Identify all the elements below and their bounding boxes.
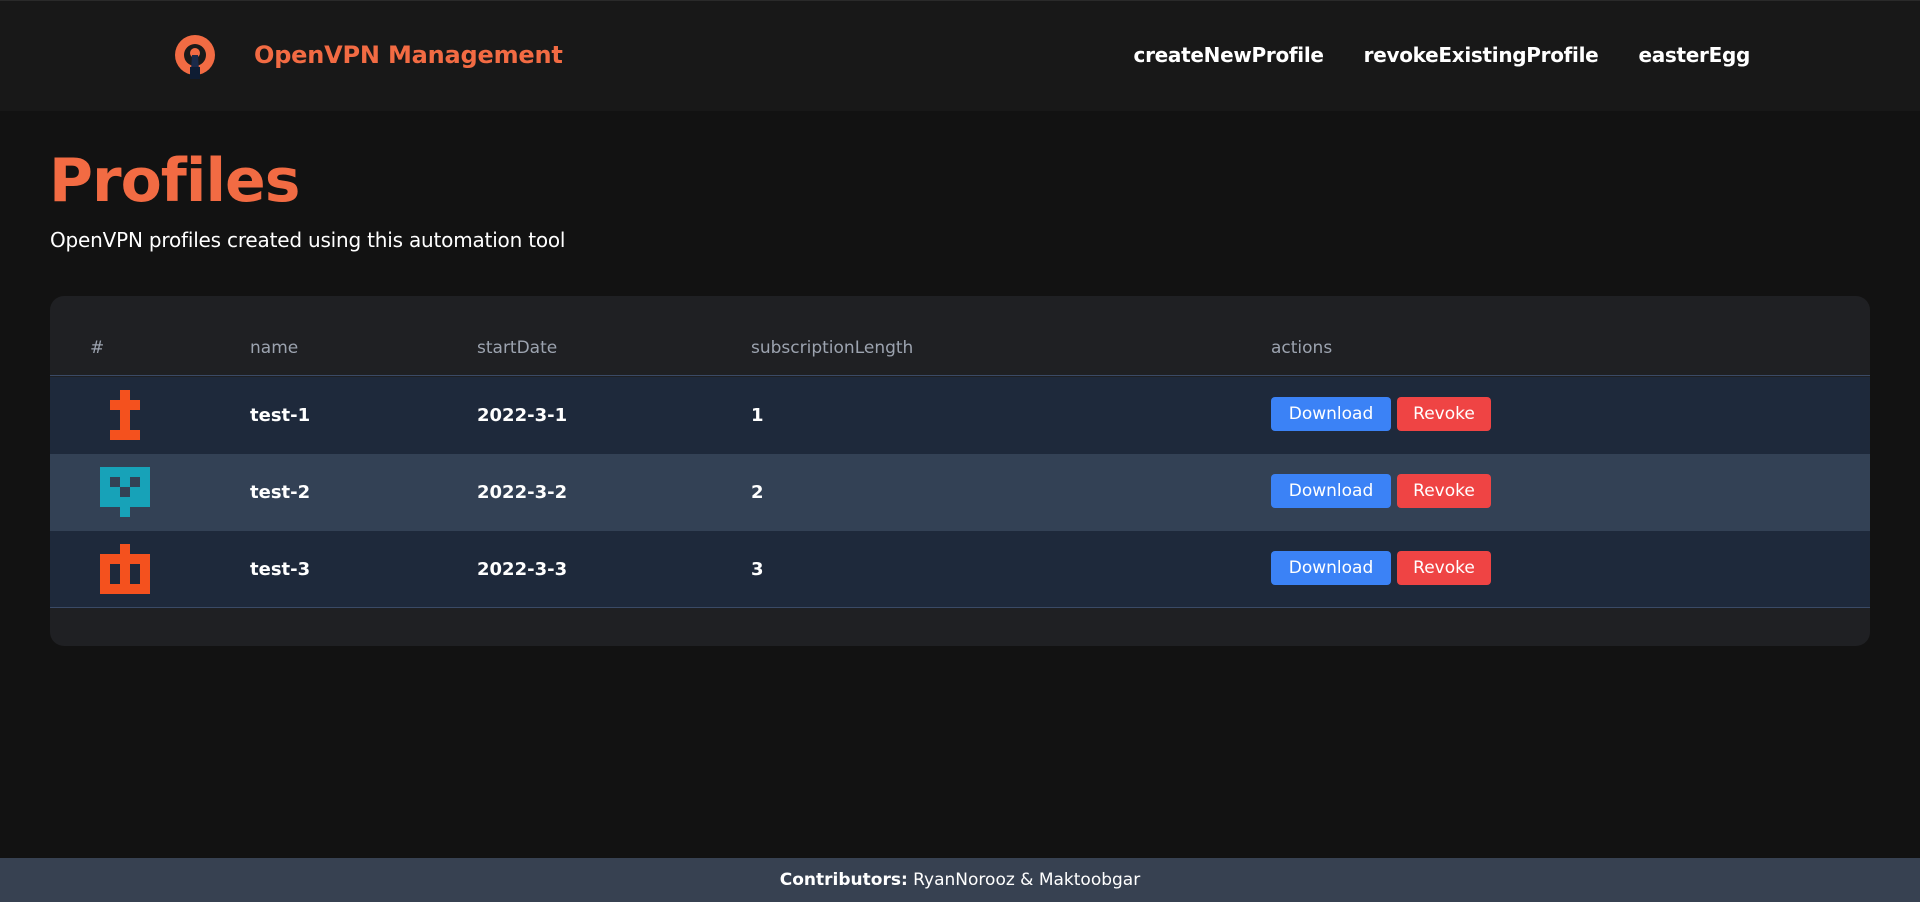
profile-start-date: 2022-3-1 — [477, 405, 568, 426]
footer: Contributors: RyanNorooz & Maktoobgar — [0, 858, 1920, 902]
column-header-start-date: startDate — [477, 338, 558, 358]
nav-links: createNewProfile revokeExistingProfile e… — [1134, 43, 1751, 67]
table-row: test-2 2022-3-2 2 Download Revoke — [50, 454, 1870, 531]
nav-create-new-profile[interactable]: createNewProfile — [1134, 43, 1324, 67]
identicon-avatar-icon — [100, 467, 150, 517]
openvpn-logo-icon — [175, 35, 215, 79]
page: OpenVPN Management createNewProfile revo… — [0, 0, 1920, 902]
profile-name: test-1 — [250, 405, 311, 426]
profile-name: test-3 — [250, 559, 311, 580]
page-title: Profiles — [49, 146, 300, 216]
identicon-avatar-icon — [110, 390, 140, 440]
revoke-button[interactable]: Revoke — [1397, 474, 1491, 508]
profile-subscription-length: 3 — [751, 559, 764, 580]
brand-title[interactable]: OpenVPN Management — [254, 41, 563, 69]
profiles-table: # name startDate subscriptionLength acti… — [50, 296, 1870, 646]
column-header-name: name — [250, 338, 299, 358]
navbar: OpenVPN Management createNewProfile revo… — [0, 0, 1920, 111]
column-header-subscription-length: subscriptionLength — [751, 338, 914, 358]
column-header-index: # — [90, 338, 105, 358]
table-header: # name startDate subscriptionLength acti… — [50, 296, 1870, 376]
profile-subscription-length: 2 — [751, 482, 764, 503]
page-subtitle: OpenVPN profiles created using this auto… — [50, 228, 566, 252]
download-button[interactable]: Download — [1271, 551, 1391, 585]
profile-start-date: 2022-3-3 — [477, 559, 568, 580]
table-row: test-1 2022-3-1 1 Download Revoke — [50, 377, 1870, 454]
download-button[interactable]: Download — [1271, 397, 1391, 431]
footer-contributors-names: RyanNorooz & Maktoobgar — [913, 870, 1141, 890]
revoke-button[interactable]: Revoke — [1397, 551, 1491, 585]
footer-contributors-label: Contributors: — [779, 870, 908, 890]
revoke-button[interactable]: Revoke — [1397, 397, 1491, 431]
table-row: test-3 2022-3-3 3 Download Revoke — [50, 531, 1870, 608]
nav-revoke-existing-profile[interactable]: revokeExistingProfile — [1364, 43, 1599, 67]
profile-start-date: 2022-3-2 — [477, 482, 568, 503]
profile-name: test-2 — [250, 482, 311, 503]
download-button[interactable]: Download — [1271, 474, 1391, 508]
identicon-avatar-icon — [100, 544, 150, 594]
profile-subscription-length: 1 — [751, 405, 764, 426]
nav-easter-egg[interactable]: easterEgg — [1638, 43, 1750, 67]
column-header-actions: actions — [1271, 338, 1333, 358]
brand[interactable]: OpenVPN Management — [170, 33, 563, 81]
